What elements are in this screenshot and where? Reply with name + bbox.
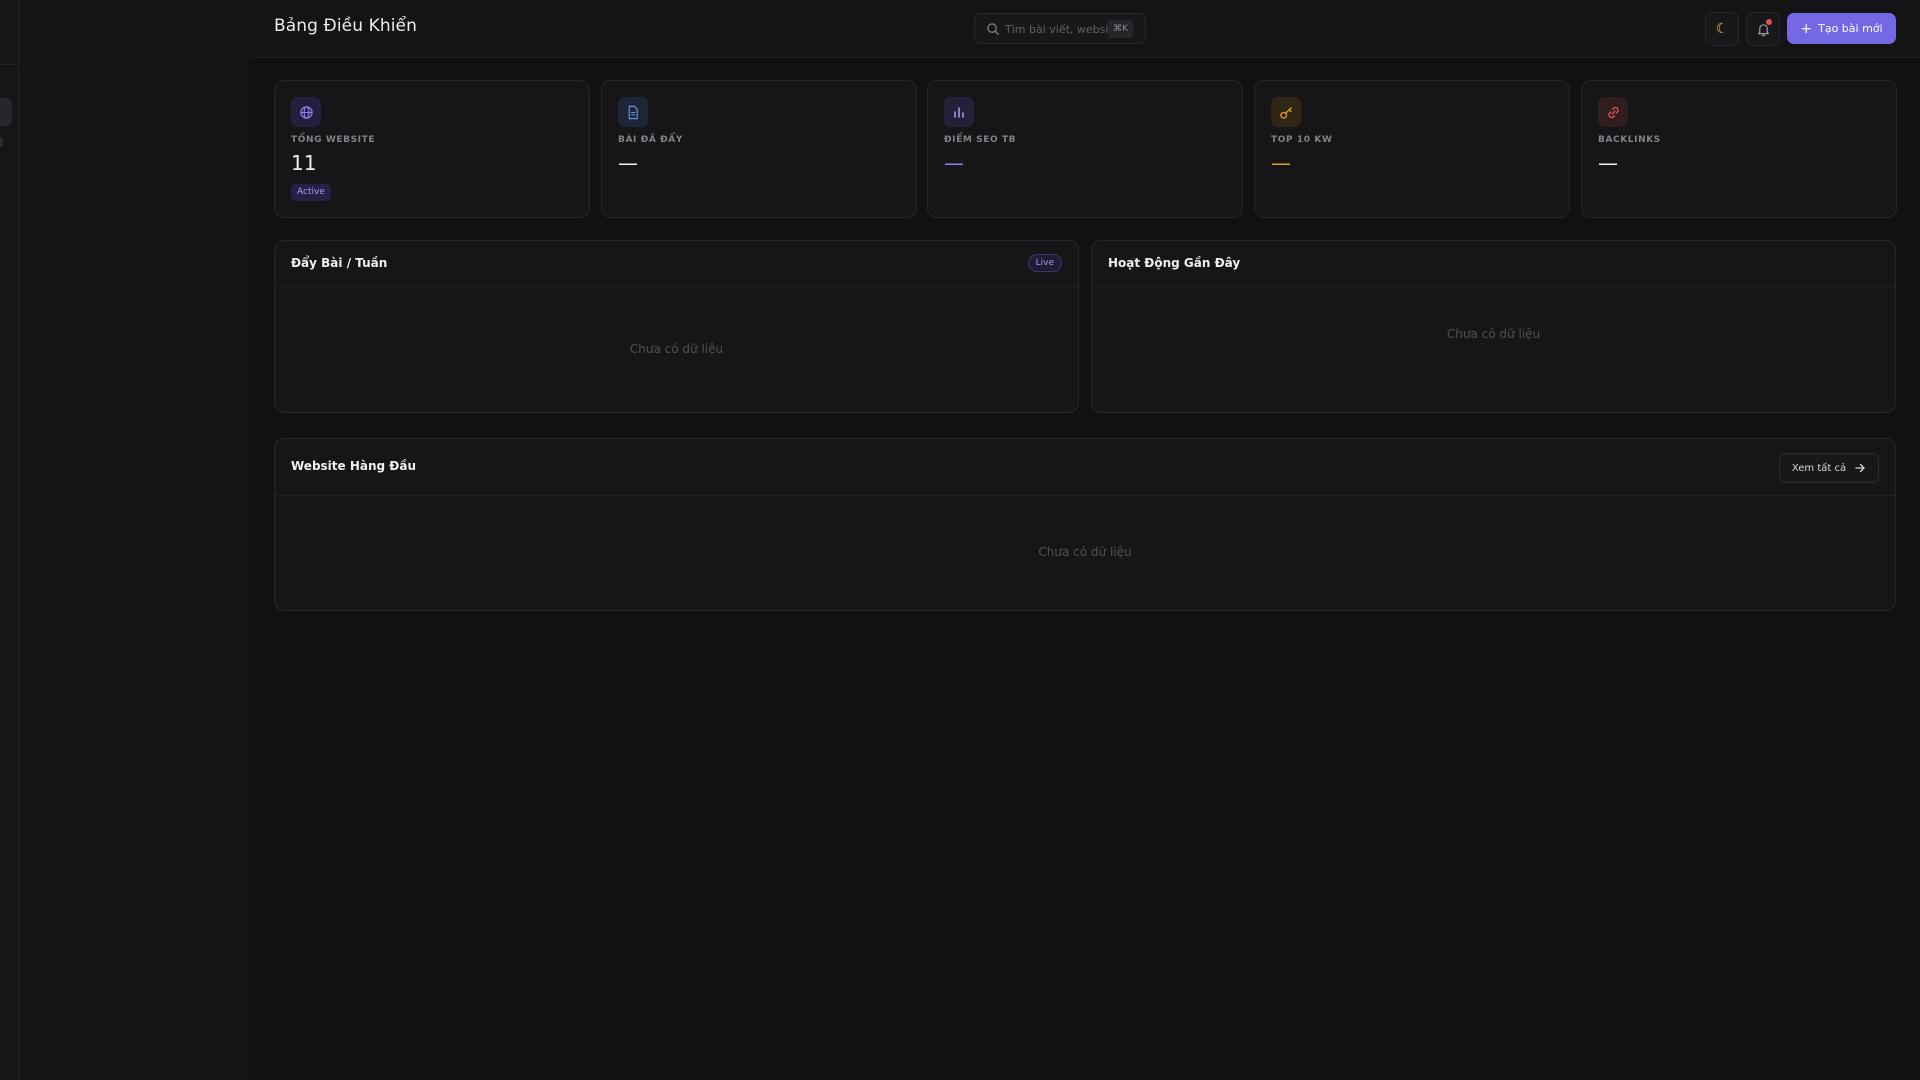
view-all-button[interactable]: Xem tất cả: [1779, 453, 1879, 483]
moon-icon: ☾: [1715, 21, 1729, 37]
sidebar-active-item[interactable]: [0, 98, 12, 126]
stat-value: —: [1271, 151, 1291, 175]
live-badge: Live: [1027, 254, 1062, 272]
stat-value: —: [618, 151, 638, 175]
panel-title: Đẩy Bài / Tuần: [291, 256, 388, 270]
top-header: Bảng Điều Khiển ⌘K ☾ + Tạo bài mới: [250, 0, 1920, 58]
theme-toggle-button[interactable]: ☾: [1705, 12, 1739, 46]
stat-label: TOP 10 KW: [1271, 135, 1333, 145]
create-post-label: Tạo bài mới: [1818, 22, 1883, 35]
plus-icon: +: [1800, 20, 1813, 37]
top-websites-panel: Website Hàng Đầu Xem tất cả Chưa có dữ l…: [274, 438, 1896, 611]
search-input[interactable]: [1005, 20, 1109, 38]
empty-state-text: Chưa có dữ liệu: [1038, 545, 1132, 559]
stat-card-total-websites: TỔNG WEBSITE 11 Active: [274, 80, 590, 218]
create-post-button[interactable]: + Tạo bài mới: [1787, 13, 1896, 44]
panel-title: Website Hàng Đầu: [291, 459, 416, 473]
notifications-button[interactable]: [1746, 12, 1780, 46]
search-box[interactable]: ⌘K: [974, 13, 1146, 44]
sidebar-divider: [0, 64, 20, 65]
page-title: Bảng Điều Khiển: [274, 16, 417, 36]
bar-chart-icon: [944, 97, 974, 127]
view-all-label: Xem tất cả: [1791, 462, 1847, 474]
empty-state-text: Chưa có dữ liệu: [1446, 327, 1541, 341]
recent-activity-panel: Hoạt Động Gần Đây Chưa có dữ liệu: [1091, 240, 1896, 413]
empty-state-text: Chưa có dữ liệu: [629, 342, 724, 356]
stat-value: —: [1598, 151, 1618, 175]
globe-icon: [291, 97, 321, 127]
arrow-right-icon: [1855, 463, 1865, 473]
search-shortcut: ⌘K: [1108, 20, 1133, 38]
panel-header: Hoạt Động Gần Đây: [1092, 241, 1895, 287]
stat-label: BACKLINKS: [1598, 135, 1661, 145]
panel-header: Đẩy Bài / Tuần Live: [275, 241, 1078, 287]
stat-card-pushed-posts: BÀI ĐÃ ĐẨY —: [601, 80, 917, 218]
weekly-posts-panel: Đẩy Bài / Tuần Live Chưa có dữ liệu: [274, 240, 1079, 413]
stat-label: TỔNG WEBSITE: [291, 135, 376, 145]
search-icon: [987, 23, 999, 35]
panel-header: Website Hàng Đầu Xem tất cả: [275, 439, 1895, 496]
panel-title: Hoạt Động Gần Đây: [1108, 256, 1241, 270]
stat-value: 11: [291, 151, 317, 175]
sidebar-panel: [21, 0, 249, 1080]
link-icon: [1598, 97, 1628, 127]
document-icon: [618, 97, 648, 127]
stat-label: BÀI ĐÃ ĐẨY: [618, 135, 683, 145]
key-icon: [1271, 97, 1301, 127]
stat-card-top10-keywords: TOP 10 KW —: [1254, 80, 1570, 218]
sidebar-item[interactable]: [0, 137, 3, 147]
status-badge: Active: [291, 184, 331, 201]
stat-card-avg-seo: ĐIỂM SEO TB —: [927, 80, 1243, 218]
stat-value: —: [944, 151, 964, 175]
stat-label: ĐIỂM SEO TB: [944, 135, 1017, 145]
stat-card-backlinks: BACKLINKS —: [1581, 80, 1897, 218]
notification-dot: [1766, 19, 1772, 25]
sidebar: [0, 0, 20, 1080]
